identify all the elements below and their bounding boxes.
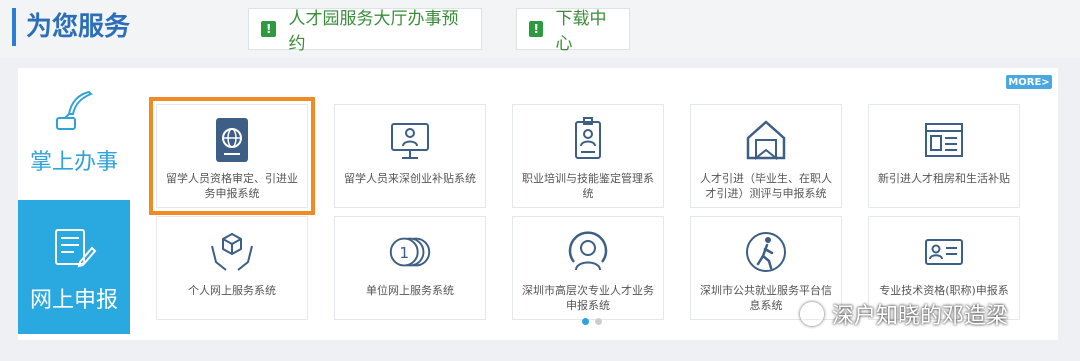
tab-online-declaration[interactable]: 网上申报 xyxy=(18,200,130,334)
wechat-account-icon xyxy=(800,302,824,326)
card-vocational-training[interactable]: 职业培训与技能鉴定管理系统 xyxy=(512,104,664,208)
card-title: 职业培训与技能鉴定管理系统 xyxy=(522,172,654,200)
monitor-person-icon xyxy=(385,115,435,165)
notice-icon: ! xyxy=(529,21,544,37)
pagination-dot-2[interactable] xyxy=(595,318,602,325)
card-title: 新引进人才租房和生活补贴 xyxy=(878,172,1010,185)
pagination-dots xyxy=(582,318,602,325)
card-title: 留学人员来深创业补贴系统 xyxy=(344,172,476,185)
card-title: 人才引进（毕业生、在职人才引进）测评与申报系统 xyxy=(700,172,832,200)
webpage-icon xyxy=(919,115,969,165)
card-overseas-qualification[interactable]: 留学人员资格审定、引进业务申报系统 xyxy=(149,97,315,215)
tab-online-label: 网上申报 xyxy=(29,288,118,313)
card-title: 单位网上服务系统 xyxy=(366,284,454,297)
watermark-text: 深户知晓的邓造梁 xyxy=(832,304,1009,329)
card-high-level-talent[interactable]: 深圳市高层次专业人才业务申报系统 xyxy=(512,216,664,320)
notice-icon: ! xyxy=(261,21,277,37)
watermark: 深户知晓的邓造梁 xyxy=(800,298,1008,330)
card-title: 个人网上服务系统 xyxy=(188,284,276,297)
walking-person-icon xyxy=(741,227,791,277)
card-personal-services[interactable]: 个人网上服务系统 xyxy=(156,216,308,320)
tab-mobile-service[interactable]: 掌上办事 xyxy=(18,68,130,198)
passport-icon xyxy=(207,115,257,165)
card-title: 专业技术资格(职称)申报系 xyxy=(879,284,1009,297)
house-icon xyxy=(741,115,791,165)
coins-icon: 1 xyxy=(385,227,435,277)
card-entrepreneurship-subsidy[interactable]: 留学人员来深创业补贴系统 xyxy=(334,104,486,208)
card-title: 留学人员资格审定、引进业务申报系统 xyxy=(166,172,298,200)
id-badge-icon xyxy=(563,115,613,165)
document-pen-icon xyxy=(50,226,98,274)
more-button[interactable]: MORE> xyxy=(1006,75,1052,89)
quill-pen-icon xyxy=(49,88,99,136)
card-talent-introduction[interactable]: 人才引进（毕业生、在职人才引进）测评与申报系统 xyxy=(690,104,842,208)
download-center-label: 下载中心 xyxy=(555,9,607,54)
card-title: 深圳市高层次专业人才业务申报系统 xyxy=(522,284,654,312)
id-card-icon xyxy=(919,227,969,277)
pagination-dot-1[interactable] xyxy=(582,318,589,325)
download-center-link[interactable]: ! 下载中心 xyxy=(516,8,630,54)
hall-appointment-link[interactable]: ! 人才园服务大厅办事预约 xyxy=(248,8,482,54)
card-housing-subsidy[interactable]: 新引进人才租房和生活补贴 xyxy=(868,104,1020,208)
hands-cube-icon xyxy=(207,227,257,277)
card-organization-services[interactable]: 1 单位网上服务系统 xyxy=(334,216,486,320)
svg-text:1: 1 xyxy=(399,244,409,262)
tab-mobile-label: 掌上办事 xyxy=(29,150,118,175)
section-title: 为您服务 xyxy=(12,8,130,46)
user-circle-icon xyxy=(563,227,613,277)
hall-appointment-label: 人才园服务大厅办事预约 xyxy=(288,9,459,54)
